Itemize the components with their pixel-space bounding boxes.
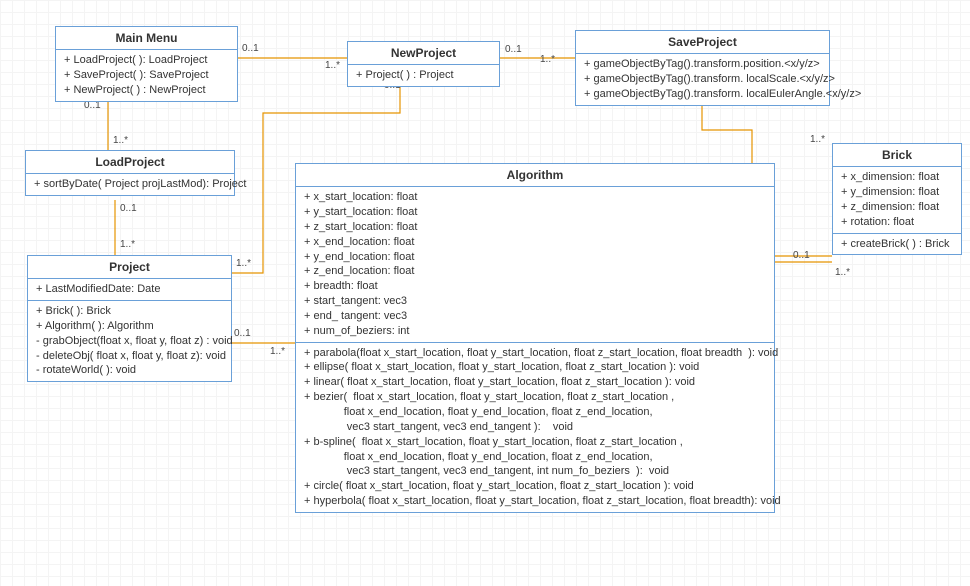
method-line: + gameObjectByTag().transform. localScal…	[584, 72, 821, 87]
mult-label: 0..1	[793, 250, 810, 261]
mult-label: 1..*	[810, 134, 825, 145]
method-line: + SaveProject( ): SaveProject	[64, 68, 229, 83]
method-line: + LoadProject( ): LoadProject	[64, 53, 229, 68]
class-methods: + LoadProject( ): LoadProject + SaveProj…	[56, 50, 237, 101]
attr-line: + y_end_location: float	[304, 250, 766, 265]
attr-line: + z_start_location: float	[304, 220, 766, 235]
class-title: Main Menu	[56, 27, 237, 50]
class-methods: + parabola(float x_start_location, float…	[296, 343, 774, 512]
class-save-project[interactable]: SaveProject + gameObjectByTag().transfor…	[575, 30, 830, 106]
class-methods: + sortByDate( Project projLastMod): Proj…	[26, 174, 234, 195]
class-main-menu[interactable]: Main Menu + LoadProject( ): LoadProject …	[55, 26, 238, 102]
method-line: + gameObjectByTag().transform. localEule…	[584, 87, 821, 102]
attr-line: + z_dimension: float	[841, 200, 953, 215]
class-project[interactable]: Project + LastModifiedDate: Date + Brick…	[27, 255, 232, 382]
method-line: + gameObjectByTag().transform.position.<…	[584, 57, 821, 72]
attr-line: + num_of_beziers: int	[304, 324, 766, 339]
attr-line: + x_dimension: float	[841, 170, 953, 185]
method-line: + sortByDate( Project projLastMod): Proj…	[34, 177, 226, 192]
method-line: + circle( float x_start_location, float …	[304, 479, 766, 494]
attr-line: + start_tangent: vec3	[304, 294, 766, 309]
method-line: - rotateWorld( ): void	[36, 363, 223, 378]
class-algorithm[interactable]: Algorithm + x_start_location: float + y_…	[295, 163, 775, 513]
method-line: - grabObject(float x, float y, float z) …	[36, 334, 223, 349]
class-title: SaveProject	[576, 31, 829, 54]
attr-line: + LastModifiedDate: Date	[36, 282, 223, 297]
mult-label: 0..1	[234, 328, 251, 339]
method-line: + bezier( float x_start_location, float …	[304, 390, 766, 405]
class-title: LoadProject	[26, 151, 234, 174]
attr-line: + end_ tangent: vec3	[304, 309, 766, 324]
mult-label: 1..*	[120, 239, 135, 250]
method-line: + linear( float x_start_location, float …	[304, 375, 766, 390]
attr-line: + y_dimension: float	[841, 185, 953, 200]
class-load-project[interactable]: LoadProject + sortByDate( Project projLa…	[25, 150, 235, 196]
class-methods: + Project( ) : Project	[348, 65, 499, 86]
class-attrs: + x_dimension: float + y_dimension: floa…	[833, 167, 961, 233]
class-title: Project	[28, 256, 231, 279]
attr-line: + x_end_location: float	[304, 235, 766, 250]
mult-label: 0..1	[120, 203, 137, 214]
attr-line: + y_start_location: float	[304, 205, 766, 220]
class-brick[interactable]: Brick + x_dimension: float + y_dimension…	[832, 143, 962, 255]
mult-label: 1..*	[835, 267, 850, 278]
method-line: float x_end_location, float y_end_locati…	[304, 450, 766, 465]
mult-label: 1..*	[236, 258, 251, 269]
method-line: vec3 start_tangent, vec3 end_tangent ): …	[304, 420, 766, 435]
class-attrs: + LastModifiedDate: Date	[28, 279, 231, 301]
mult-label: 1..*	[540, 54, 555, 65]
attr-line: + x_start_location: float	[304, 190, 766, 205]
mult-label: 1..*	[113, 135, 128, 146]
method-line: + Project( ) : Project	[356, 68, 491, 83]
class-methods: + createBrick( ) : Brick	[833, 234, 961, 255]
class-methods: + Brick( ): Brick + Algorithm( ): Algori…	[28, 301, 231, 381]
method-line: vec3 start_tangent, vec3 end_tangent, in…	[304, 464, 766, 479]
class-methods: + gameObjectByTag().transform.position.<…	[576, 54, 829, 105]
method-line: + b-spline( float x_start_location, floa…	[304, 435, 766, 450]
mult-label: 1..*	[270, 346, 285, 357]
mult-label: 0..1	[505, 44, 522, 55]
attr-line: + z_end_location: float	[304, 264, 766, 279]
mult-label: 0..1	[242, 43, 259, 54]
method-line: - deleteObj( float x, float y, float z):…	[36, 349, 223, 364]
attr-line: + rotation: float	[841, 215, 953, 230]
method-line: + hyperbola( float x_start_location, flo…	[304, 494, 766, 509]
method-line: + createBrick( ) : Brick	[841, 237, 953, 252]
method-line: + Algorithm( ): Algorithm	[36, 319, 223, 334]
class-title: Brick	[833, 144, 961, 167]
class-title: NewProject	[348, 42, 499, 65]
class-attrs: + x_start_location: float + y_start_loca…	[296, 187, 774, 342]
method-line: + Brick( ): Brick	[36, 304, 223, 319]
attr-line: + breadth: float	[304, 279, 766, 294]
mult-label: 1..*	[325, 60, 340, 71]
method-line: + NewProject( ) : NewProject	[64, 83, 229, 98]
method-line: + parabola(float x_start_location, float…	[304, 346, 766, 361]
class-title: Algorithm	[296, 164, 774, 187]
method-line: float x_end_location, float y_end_locati…	[304, 405, 766, 420]
method-line: + ellipse( float x_start_location, float…	[304, 360, 766, 375]
class-new-project[interactable]: NewProject + Project( ) : Project	[347, 41, 500, 87]
